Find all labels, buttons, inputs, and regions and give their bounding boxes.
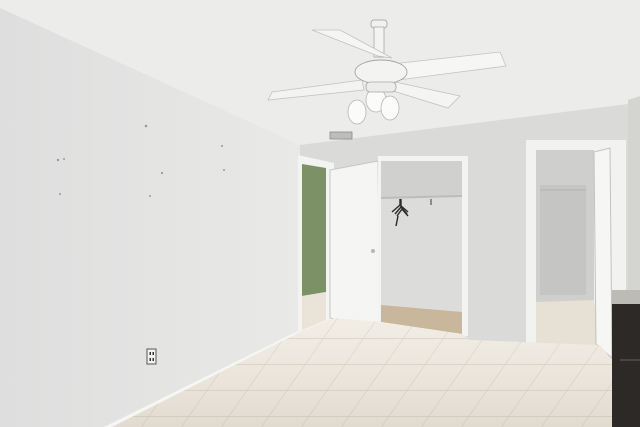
door-knob[interactable] (371, 249, 375, 253)
open-door-hallway[interactable] (329, 160, 381, 329)
ceiling-vent (329, 131, 353, 140)
bathroom-floor (536, 300, 600, 350)
room-scene (0, 0, 640, 427)
fan-light-globe (347, 99, 367, 125)
hallway-green-wall (302, 164, 326, 296)
open-door-bathroom[interactable] (593, 147, 613, 360)
cabinet-edge (612, 290, 640, 427)
fan-light-globe (380, 95, 400, 121)
closet-shelf-shadow (381, 161, 462, 198)
wall-outlet (146, 348, 157, 365)
